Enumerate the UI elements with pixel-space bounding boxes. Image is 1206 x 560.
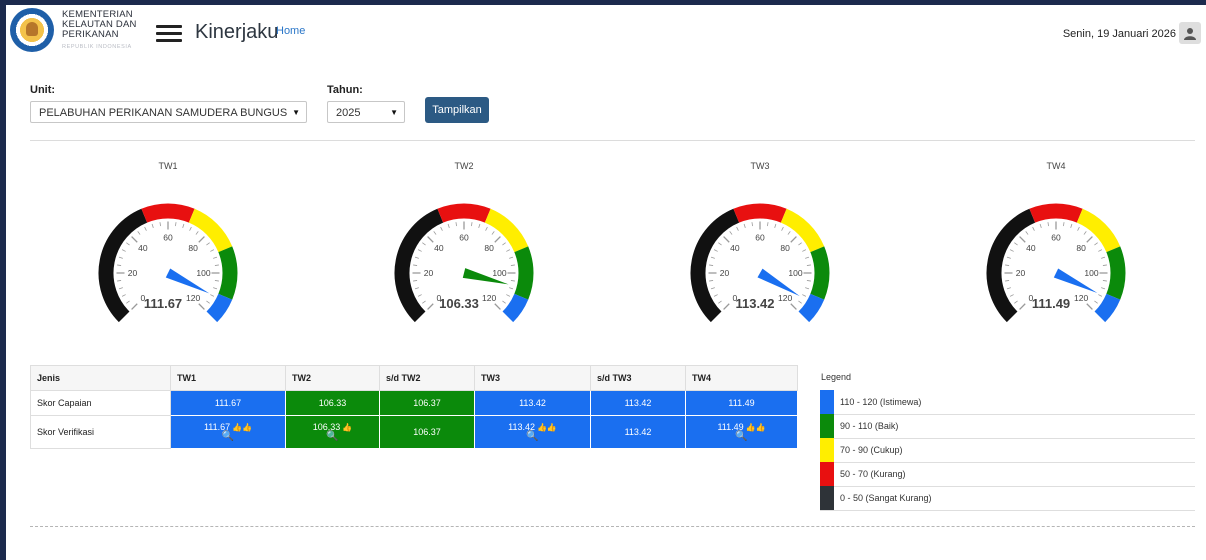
score-value: 106.37 <box>413 427 441 437</box>
gauge-tick <box>1101 287 1106 290</box>
gauge-tick <box>1102 280 1107 282</box>
gauge-tick <box>1094 300 1098 304</box>
gauge-tick <box>1047 222 1049 227</box>
gauge-tick <box>1009 249 1014 252</box>
legend-item: 0 - 50 (Sangat Kurang) <box>820 486 1195 511</box>
search-icon[interactable]: 🔍 <box>177 432 279 442</box>
gauge-tick <box>1006 287 1011 290</box>
gauge-band <box>1094 293 1121 323</box>
legend-item: 110 - 120 (Istimewa) <box>820 390 1195 415</box>
gauge-tick <box>1032 226 1035 231</box>
gauge-tick <box>1083 231 1087 235</box>
search-icon[interactable]: 🔍 <box>481 432 584 442</box>
gauge-tick <box>1063 222 1065 227</box>
gauge-tick <box>1102 264 1107 266</box>
score-cell[interactable]: 111.49 👍👍 🔍 <box>685 415 798 449</box>
column-header: Jenis <box>30 365 171 391</box>
score-cell[interactable]: 111.67 👍👍 🔍 <box>170 415 286 449</box>
gauge-tick <box>1094 242 1098 246</box>
gauge-tick <box>1005 280 1010 282</box>
legend-swatch <box>820 486 834 510</box>
column-header: s/d TW2 <box>379 365 475 391</box>
row-label: Skor Verifikasi <box>30 415 171 449</box>
score-cell: 111.67 <box>170 390 286 416</box>
thumbs-up-icon: 👍👍 <box>745 423 766 432</box>
legend-item: 70 - 90 (Cukup) <box>820 438 1195 463</box>
score-cell[interactable]: 106.33 👍 🔍 <box>285 415 380 449</box>
gauge-tick <box>1006 256 1011 259</box>
gauge-tick <box>1098 249 1103 252</box>
gauge-tick <box>1098 294 1103 297</box>
gauge-tick-label: 80 <box>1076 243 1086 253</box>
legend-swatch <box>820 390 834 414</box>
score-value: 106.33 <box>318 398 347 408</box>
table-header-row: Jenis TW1 TW2 s/d TW2 TW3 s/d TW3 TW4 <box>30 365 798 391</box>
gauge-tick <box>1019 236 1026 243</box>
thumbs-up-icon: 👍👍 <box>536 423 557 432</box>
page: KEMENTERIAN KELAUTAN DAN PERIKANAN REPUB… <box>6 5 1206 560</box>
legend-swatch <box>820 462 834 486</box>
legend-label: 0 - 50 (Sangat Kurang) <box>840 493 932 503</box>
table-row: Skor Capaian 111.67 106.33 106.37 113.42 113.… <box>30 390 798 416</box>
gauge-band <box>1106 246 1126 300</box>
column-header: TW2 <box>285 365 380 391</box>
legend-label: 90 - 110 (Baik) <box>840 421 899 431</box>
legend-label: 110 - 120 (Istimewa) <box>840 397 922 407</box>
gauge-value-label: 111.49 <box>1032 296 1070 311</box>
gauge-tick <box>1039 223 1042 228</box>
table-row: Skor Verifikasi 111.67 👍👍 🔍 106.33 👍 🔍 106.37 11… <box>30 415 798 449</box>
gauge-tick <box>1025 231 1029 235</box>
gauge-tick <box>1005 264 1010 266</box>
gauge-tick <box>1086 236 1093 243</box>
column-header: TW1 <box>170 365 286 391</box>
gauge-tick <box>1077 226 1080 231</box>
legend-swatch <box>820 414 834 438</box>
score-value: 113.42 <box>624 427 652 437</box>
score-value: 111.49 <box>728 398 755 408</box>
thumbs-up-icon: 👍👍 <box>232 423 253 432</box>
legend-title: Legend <box>821 372 852 382</box>
gauge-tick <box>1086 303 1093 310</box>
score-value: 106.37 <box>413 398 441 408</box>
legend-label: 50 - 70 (Kurang) <box>840 469 906 479</box>
search-icon[interactable]: 🔍 <box>292 432 373 442</box>
gauge-tick <box>1070 223 1073 228</box>
gauge-tick-label: 40 <box>1026 243 1036 253</box>
gauge-tick-label: 100 <box>1084 268 1098 278</box>
score-cell: 106.33 <box>285 390 380 416</box>
column-header: TW4 <box>685 365 798 391</box>
legend-item: 50 - 70 (Kurang) <box>820 462 1195 487</box>
score-cell: 111.49 <box>685 390 798 416</box>
gauge-tick <box>1009 294 1014 297</box>
score-cell: 113.42 <box>590 415 686 449</box>
score-cell: 113.42 <box>474 390 591 416</box>
legend-label: 70 - 90 (Cukup) <box>840 445 903 455</box>
column-header: TW3 <box>474 365 591 391</box>
score-cell: 106.37 <box>379 390 475 416</box>
gauge-tick <box>1019 303 1026 310</box>
column-header: s/d TW3 <box>590 365 686 391</box>
score-value: 111.67 <box>214 398 242 408</box>
gauge-tick-label: 120 <box>1074 293 1088 303</box>
gauge-tick <box>1101 256 1106 259</box>
thumbs-up-icon: 👍 <box>342 423 353 432</box>
score-value: 113.42 <box>519 398 546 408</box>
score-cell: 106.37 <box>379 415 475 449</box>
gauge-tick <box>1014 242 1018 246</box>
legend-item: 90 - 110 (Baik) <box>820 414 1195 439</box>
score-table: Jenis TW1 TW2 s/d TW2 TW3 s/d TW3 TW4 Sk… <box>30 365 798 449</box>
score-cell[interactable]: 113.42 👍👍 🔍 <box>474 415 591 449</box>
score-value: 113.42 <box>624 398 652 408</box>
gauge-band <box>1029 203 1083 223</box>
gauge-band <box>986 208 1036 323</box>
row-label: Skor Capaian <box>30 390 171 416</box>
gauge-tick-label: 60 <box>1051 233 1061 243</box>
legend-swatch <box>820 438 834 462</box>
score-cell: 113.42 <box>590 390 686 416</box>
dashed-divider <box>30 526 1195 527</box>
gauge-tick-label: 20 <box>1016 268 1026 278</box>
search-icon[interactable]: 🔍 <box>692 432 791 442</box>
gauge-tick <box>1014 300 1018 304</box>
